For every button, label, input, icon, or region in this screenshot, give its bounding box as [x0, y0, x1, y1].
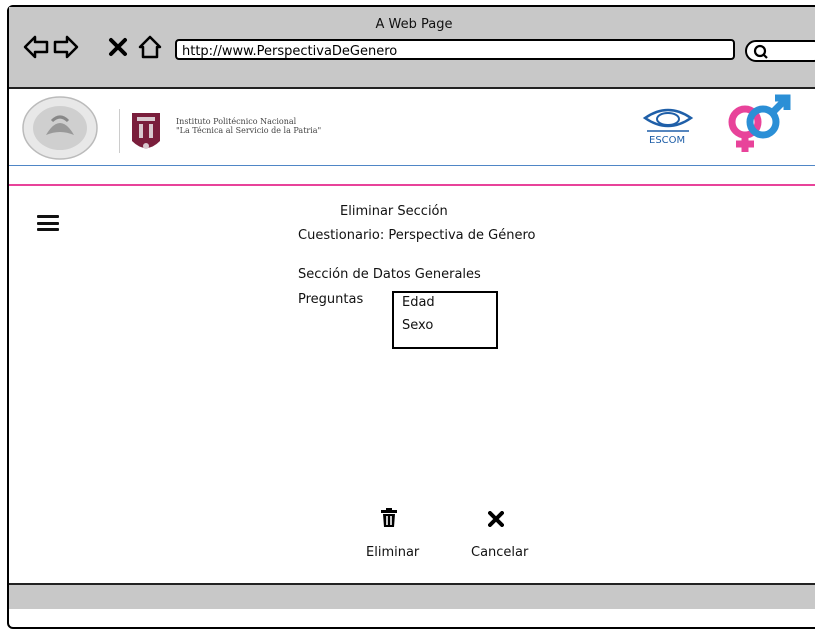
menu-icon[interactable] — [37, 215, 59, 231]
delete-button[interactable]: Eliminar — [366, 545, 419, 560]
questions-label: Preguntas — [298, 292, 364, 307]
home-icon[interactable] — [137, 34, 163, 60]
list-item[interactable]: Edad — [402, 295, 435, 310]
list-item[interactable]: Sexo — [402, 318, 433, 333]
escom-label: ESCOM — [649, 135, 686, 146]
cancel-button[interactable]: Cancelar — [471, 545, 528, 560]
questionnaire-name: Cuestionario: Perspectiva de Género — [298, 228, 536, 243]
window-title: A Web Page — [375, 17, 453, 32]
forward-icon[interactable] — [52, 34, 80, 60]
search-icon — [753, 44, 768, 59]
header-divider-pink — [9, 184, 815, 186]
institution-name: Instituto Politécnico Nacional — [176, 117, 297, 126]
section-name: Sección de Datos Generales — [298, 267, 481, 282]
page-title: Eliminar Sección — [340, 204, 448, 219]
ipn-logo — [132, 113, 160, 149]
header-divider — [119, 109, 120, 153]
gender-symbols-logo — [728, 94, 791, 152]
header-divider-blue — [9, 165, 815, 166]
stop-icon[interactable] — [108, 37, 128, 57]
institution-text: Instituto Politécnico Nacional "La Técni… — [176, 117, 321, 135]
search-button[interactable] — [745, 40, 815, 62]
back-icon[interactable] — [22, 34, 50, 60]
escom-logo — [642, 108, 694, 132]
institution-motto: "La Técnica al Servicio de la Patria" — [176, 126, 322, 135]
url-input[interactable]: http://www.PerspectivaDeGenero — [175, 39, 735, 60]
trash-icon[interactable] — [380, 508, 398, 528]
close-icon[interactable] — [488, 511, 504, 527]
site-header: ESCOM — [9, 89, 815, 185]
mexico-seal-logo — [22, 96, 98, 160]
questions-listbox[interactable]: Edad Sexo — [392, 291, 498, 349]
status-bar — [9, 583, 815, 609]
